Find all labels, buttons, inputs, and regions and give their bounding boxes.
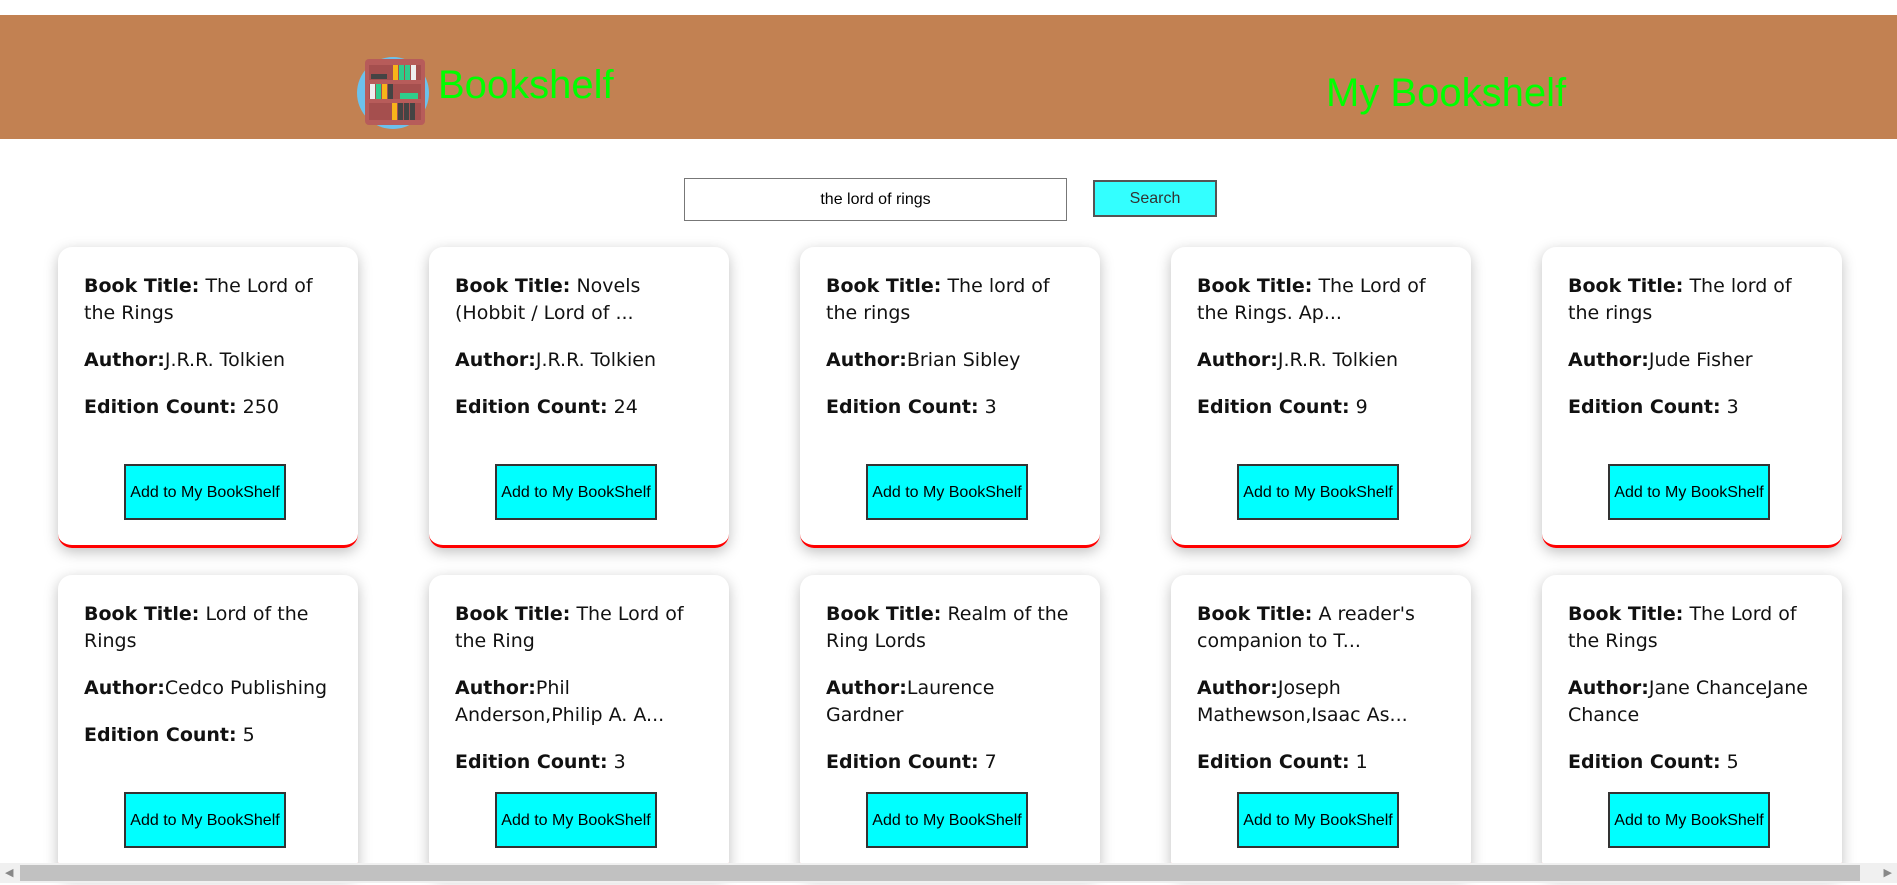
- book-edition-count: Edition Count: 250: [84, 396, 279, 418]
- book-card: Book Title: Novels (Hobbit / Lord of ...…: [429, 247, 729, 548]
- book-card: Book Title: The lord of the rings Author…: [1542, 247, 1842, 548]
- book-title: Book Title: Novels (Hobbit / Lord of ...: [455, 275, 641, 324]
- scroll-right-icon[interactable]: ▶: [1884, 866, 1892, 879]
- book-card: Book Title: The Lord of the Rings Author…: [58, 247, 358, 548]
- book-author: Author:Cedco Publishing: [84, 677, 328, 699]
- book-card: Book Title: The Lord of the Rings. Ap...…: [1171, 247, 1471, 548]
- book-title: Book Title: The lord of the rings: [1568, 275, 1792, 324]
- add-to-bookshelf-button[interactable]: Add to My BookShelf: [1608, 792, 1770, 848]
- book-author: Author:J.R.R. Tolkien: [1197, 349, 1398, 371]
- book-card: Book Title: The lord of the rings Author…: [800, 247, 1100, 548]
- book-card: Book Title: The Lord of the Rings Author…: [1542, 575, 1842, 876]
- add-to-bookshelf-button[interactable]: Add to My BookShelf: [866, 792, 1028, 848]
- book-edition-count: Edition Count: 5: [84, 724, 255, 746]
- book-edition-count: Edition Count: 9: [1197, 396, 1368, 418]
- book-author: Author:Laurence Gardner: [826, 677, 995, 726]
- add-to-bookshelf-button[interactable]: Add to My BookShelf: [866, 464, 1028, 520]
- add-to-bookshelf-button[interactable]: Add to My BookShelf: [124, 792, 286, 848]
- book-edition-count: Edition Count: 1: [1197, 751, 1368, 773]
- book-card: Book Title: Realm of the Ring Lords Auth…: [800, 575, 1100, 876]
- book-title: Book Title: The Lord of the Rings: [84, 275, 313, 324]
- add-to-bookshelf-button[interactable]: Add to My BookShelf: [1237, 792, 1399, 848]
- book-edition-count: Edition Count: 3: [1568, 396, 1739, 418]
- add-to-bookshelf-button[interactable]: Add to My BookShelf: [495, 464, 657, 520]
- book-author: Author:Jane ChanceJane Chance: [1568, 677, 1808, 726]
- book-edition-count: Edition Count: 7: [826, 751, 997, 773]
- book-card: Book Title: A reader's companion to T...…: [1171, 575, 1471, 876]
- search-input[interactable]: [684, 178, 1067, 221]
- book-edition-count: Edition Count: 3: [455, 751, 626, 773]
- add-to-bookshelf-button[interactable]: Add to My BookShelf: [495, 792, 657, 848]
- book-title: Book Title: The Lord of the Rings: [1568, 603, 1797, 652]
- book-card: Book Title: The Lord of the Ring Author:…: [429, 575, 729, 876]
- add-to-bookshelf-button[interactable]: Add to My BookShelf: [1608, 464, 1770, 520]
- book-edition-count: Edition Count: 5: [1568, 751, 1739, 773]
- add-to-bookshelf-button[interactable]: Add to My BookShelf: [124, 464, 286, 520]
- scrollbar-thumb[interactable]: [20, 865, 1860, 881]
- scroll-left-icon[interactable]: ◀: [5, 866, 13, 879]
- book-card: Book Title: Lord of the Rings Author:Ced…: [58, 575, 358, 876]
- book-author: Author:J.R.R. Tolkien: [455, 349, 656, 371]
- my-bookshelf-link[interactable]: My Bookshelf: [1326, 71, 1566, 116]
- book-title: Book Title: A reader's companion to T...: [1197, 603, 1415, 652]
- book-title: Book Title: The Lord of the Rings. Ap...: [1197, 275, 1426, 324]
- header: Bookshelf My Bookshelf: [0, 15, 1897, 139]
- bookshelf-logo-icon: [357, 57, 429, 129]
- brand-name: Bookshelf: [438, 63, 614, 107]
- book-edition-count: Edition Count: 3: [826, 396, 997, 418]
- book-author: Author:Joseph Mathewson,Isaac As...: [1197, 677, 1408, 726]
- book-author: Author:Jude Fisher: [1568, 349, 1753, 371]
- book-title: Book Title: The Lord of the Ring: [455, 603, 684, 652]
- book-author: Author:Phil Anderson,Philip A. A...: [455, 677, 665, 726]
- book-title: Book Title: Realm of the Ring Lords: [826, 603, 1069, 652]
- search-button[interactable]: Search: [1093, 180, 1217, 217]
- book-edition-count: Edition Count: 24: [455, 396, 638, 418]
- book-author: Author:J.R.R. Tolkien: [84, 349, 285, 371]
- book-author: Author:Brian Sibley: [826, 349, 1021, 371]
- book-title: Book Title: The lord of the rings: [826, 275, 1050, 324]
- book-title: Book Title: Lord of the Rings: [84, 603, 309, 652]
- add-to-bookshelf-button[interactable]: Add to My BookShelf: [1237, 464, 1399, 520]
- horizontal-scrollbar[interactable]: ◀ ▶: [0, 863, 1897, 883]
